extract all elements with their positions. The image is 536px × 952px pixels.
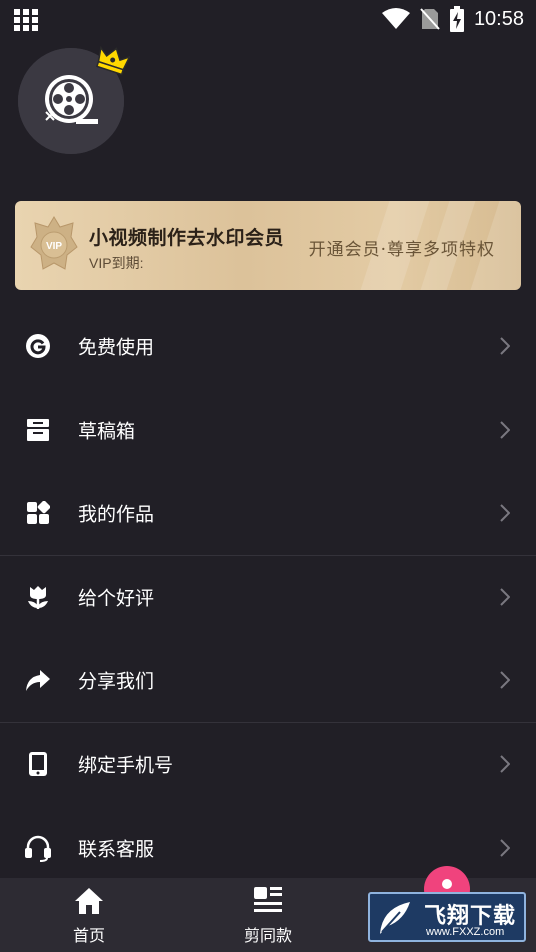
vip-membership-card[interactable]: VIP 小视频制作去水印会员 VIP到期: 开通会员·尊享多项特权 <box>15 201 521 290</box>
phone-icon <box>24 750 52 778</box>
template-icon <box>254 887 282 912</box>
inbox-icon <box>24 416 52 444</box>
divider <box>0 555 536 556</box>
divider <box>0 722 536 723</box>
menu-label: 联系客服 <box>78 838 155 861</box>
battery-charging-icon <box>449 6 464 32</box>
chevron-right-icon <box>500 588 510 606</box>
nav-tab-templates[interactable]: 剪同款 <box>208 878 328 952</box>
crown-icon <box>96 45 130 76</box>
flower-icon <box>24 583 52 611</box>
apps-icon <box>24 499 52 527</box>
vip-title: 小视频制作去水印会员 <box>89 227 285 249</box>
chevron-right-icon <box>500 421 510 439</box>
menu-item-share[interactable]: 分享我们 <box>0 640 536 720</box>
vip-expire-label: VIP到期: <box>89 255 144 271</box>
app-grid-icon <box>14 9 38 31</box>
home-icon <box>75 888 103 914</box>
menu-label: 免费使用 <box>78 336 155 359</box>
chevron-right-icon <box>500 337 510 355</box>
vip-badge-icon: VIP <box>30 216 78 270</box>
menu-item-rate-us[interactable]: 给个好评 <box>0 557 536 637</box>
wifi-icon <box>381 8 410 29</box>
chevron-right-icon <box>500 504 510 522</box>
watermark-url: www.FXXZ.com <box>426 926 505 938</box>
vip-cta[interactable]: 开通会员·尊享多项特权 <box>309 235 495 260</box>
no-sim-icon <box>420 8 440 30</box>
menu-label: 草稿箱 <box>78 420 136 443</box>
feather-logo-icon <box>380 902 410 934</box>
nav-label: 剪同款 <box>243 926 292 945</box>
menu-label: 分享我们 <box>78 670 155 693</box>
headset-icon <box>24 834 52 862</box>
menu-label: 给个好评 <box>78 587 155 610</box>
menu-item-bind-phone[interactable]: 绑定手机号 <box>0 724 536 804</box>
chevron-right-icon <box>500 755 510 773</box>
nav-tab-home[interactable]: 首页 <box>29 878 149 952</box>
watermark-logo: 飞翔下载 www.FXXZ.com <box>368 892 526 942</box>
status-bar: 10:58 <box>0 0 536 38</box>
menu-item-free-use[interactable]: 免费使用 <box>0 306 536 386</box>
menu-label: 我的作品 <box>78 503 155 526</box>
share-icon <box>24 666 52 694</box>
menu-item-my-works[interactable]: 我的作品 <box>0 473 536 553</box>
status-time: 10:58 <box>473 7 524 30</box>
nav-label: 首页 <box>72 926 105 945</box>
chevron-right-icon <box>500 671 510 689</box>
menu-label: 绑定手机号 <box>78 754 174 777</box>
chevron-right-icon <box>500 839 510 857</box>
svg-text:VIP: VIP <box>46 241 62 252</box>
google-g-icon <box>24 332 52 360</box>
menu-item-drafts[interactable]: 草稿箱 <box>0 390 536 470</box>
